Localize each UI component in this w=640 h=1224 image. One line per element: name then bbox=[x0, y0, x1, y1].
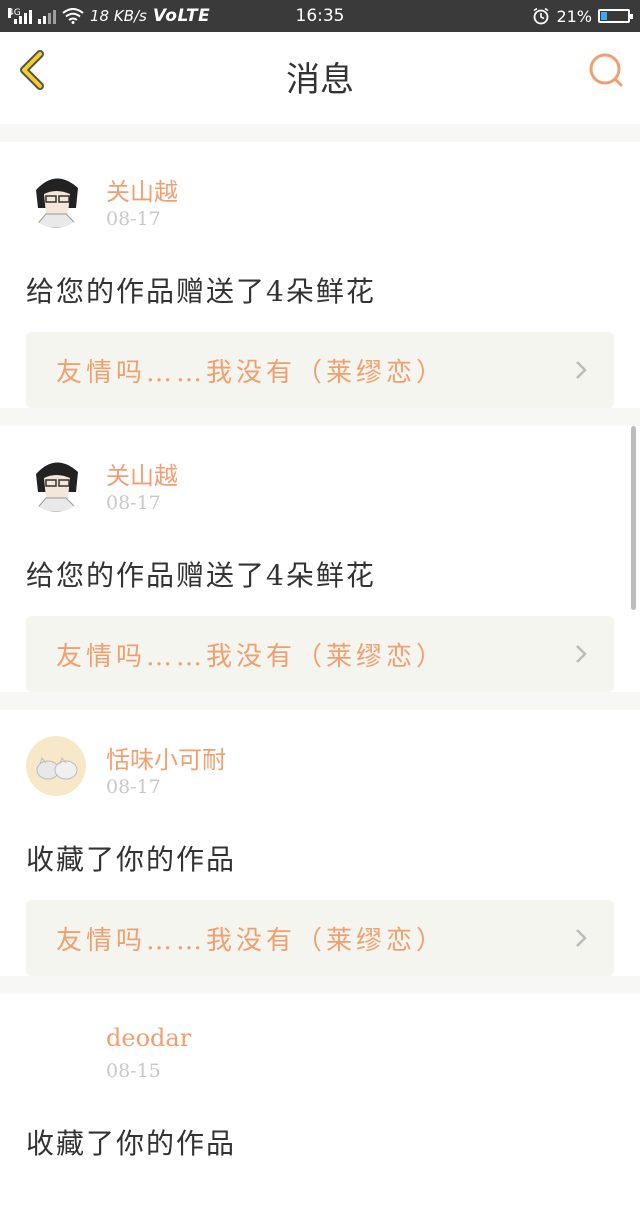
page-title: 消息 bbox=[286, 60, 354, 100]
message-text: 收藏了你的作品 bbox=[26, 1127, 237, 1160]
avatar[interactable] bbox=[26, 1020, 86, 1080]
message-card: 关山越 08-17 给您的作品赠送了4朵鲜花 友情吗……我没有（莱缪恋） bbox=[0, 142, 640, 408]
avatar[interactable] bbox=[26, 736, 86, 796]
username[interactable]: 恬味小可耐 bbox=[106, 740, 226, 775]
message-header: 关山越 08-17 bbox=[26, 426, 614, 534]
message-date: 08-17 bbox=[106, 208, 161, 230]
username[interactable]: 关山越 bbox=[106, 172, 178, 207]
status-bar: 4G 18 KB/s VoLTE 16:35 21% bbox=[0, 0, 640, 32]
cat-avatar-icon bbox=[26, 736, 86, 796]
message-date: 08-17 bbox=[106, 492, 161, 514]
work-title: 友情吗……我没有（莱缪恋） bbox=[56, 925, 447, 956]
message-feed: 关山越 08-17 给您的作品赠送了4朵鲜花 友情吗……我没有（莱缪恋） 关山越… bbox=[0, 108, 640, 1224]
username[interactable]: 关山越 bbox=[106, 456, 178, 491]
search-icon bbox=[589, 53, 623, 87]
app-header: 消息 bbox=[0, 32, 640, 109]
work-link[interactable]: 友情吗……我没有（莱缪恋） bbox=[26, 900, 614, 976]
message-date: 08-17 bbox=[106, 776, 161, 798]
message-header: deodar 08-15 bbox=[26, 994, 614, 1102]
message-header: 恬味小可耐 08-17 bbox=[26, 710, 614, 818]
message-text: 给您的作品赠送了4朵鲜花 bbox=[26, 275, 376, 308]
battery-level bbox=[601, 12, 607, 20]
alarm-icon bbox=[533, 7, 549, 25]
battery-percent: 21% bbox=[556, 6, 592, 26]
chevron-right-icon bbox=[576, 929, 587, 947]
message-card: 关山越 08-17 给您的作品赠送了4朵鲜花 友情吗……我没有（莱缪恋） bbox=[0, 426, 640, 692]
work-link[interactable]: 友情吗……我没有（莱缪恋） bbox=[26, 616, 614, 692]
message-text: 给您的作品赠送了4朵鲜花 bbox=[26, 559, 376, 592]
anime-avatar-icon bbox=[26, 452, 86, 512]
work-title: 友情吗……我没有（莱缪恋） bbox=[56, 641, 447, 672]
work-link[interactable]: 友情吗……我没有（莱缪恋） bbox=[26, 332, 614, 408]
message-header: 关山越 08-17 bbox=[26, 142, 614, 250]
avatar[interactable] bbox=[26, 168, 86, 228]
chevron-right-icon bbox=[576, 361, 587, 379]
message-card: 恬味小可耐 08-17 收藏了你的作品 友情吗……我没有（莱缪恋） bbox=[0, 710, 640, 976]
back-button[interactable] bbox=[14, 50, 54, 90]
chevron-right-icon bbox=[576, 645, 587, 663]
message-date: 08-15 bbox=[106, 1060, 161, 1082]
work-title: 友情吗……我没有（莱缪恋） bbox=[56, 357, 447, 388]
message-card: deodar 08-15 收藏了你的作品 bbox=[0, 994, 640, 1224]
status-right: 21% bbox=[532, 6, 633, 26]
anime-avatar-icon bbox=[26, 168, 86, 228]
message-text: 收藏了你的作品 bbox=[26, 843, 237, 876]
avatar[interactable] bbox=[26, 452, 86, 512]
chevron-left-icon bbox=[20, 50, 44, 90]
username[interactable]: deodar bbox=[106, 1024, 191, 1052]
search-button[interactable] bbox=[586, 50, 626, 90]
feed-top-spacer bbox=[0, 108, 640, 124]
scrollbar[interactable] bbox=[631, 426, 636, 610]
battery-icon bbox=[598, 9, 633, 23]
